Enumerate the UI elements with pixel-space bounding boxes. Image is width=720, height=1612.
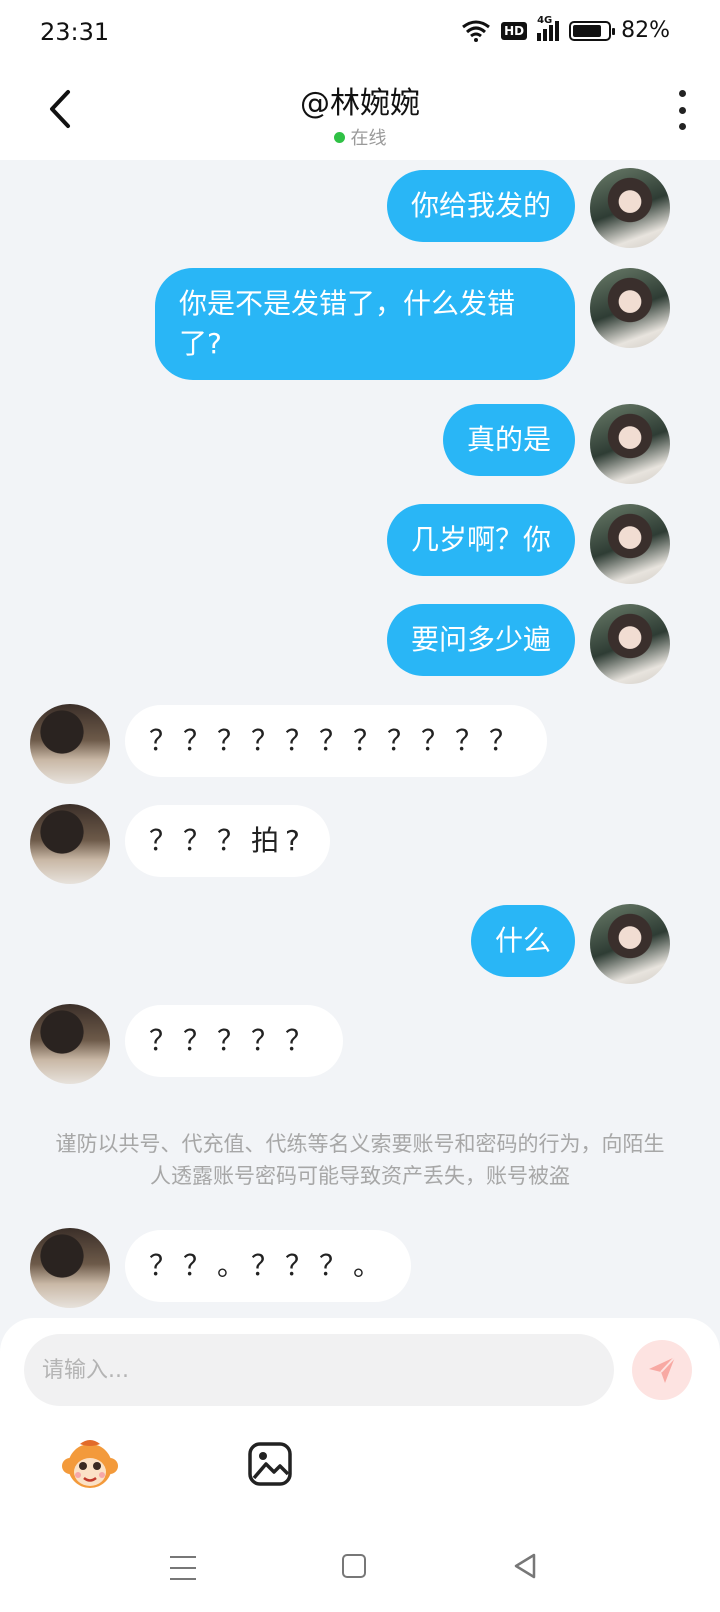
online-status-label: 在线: [350, 128, 387, 149]
more-dot-icon: [678, 106, 686, 114]
more-dot-icon: [678, 123, 686, 130]
security-notice: 谨防以共号、代充值、代练等名义索要账号和密码的行为，向陌生人透露账号密码可能导致…: [55, 1132, 665, 1188]
message-bubble-incoming[interactable]: ？？。？？？。: [125, 1230, 412, 1302]
triangle-back-icon: [514, 1553, 536, 1579]
my-avatar[interactable]: [590, 504, 670, 584]
my-avatar[interactable]: [590, 604, 670, 684]
my-avatar[interactable]: [590, 168, 670, 248]
status-time: 23:31: [40, 18, 110, 46]
contact-avatar[interactable]: [30, 1228, 110, 1308]
message-bubble-incoming[interactable]: ？？？？？: [125, 1005, 344, 1077]
battery-icon: [569, 20, 616, 41]
my-avatar[interactable]: [590, 904, 670, 984]
system-back-button[interactable]: [512, 1552, 538, 1580]
home-button[interactable]: [342, 1554, 366, 1578]
monkey-mascot-icon: [62, 1440, 118, 1488]
contact-name: @林婉婉: [300, 86, 420, 121]
online-dot-icon: [333, 131, 345, 143]
hd-badge: HD: [501, 21, 528, 40]
image-icon: [248, 1442, 292, 1486]
message-input[interactable]: [24, 1334, 614, 1406]
send-button[interactable]: [632, 1340, 692, 1400]
message-bubble-outgoing[interactable]: 你给我发的: [386, 170, 575, 242]
my-avatar[interactable]: [590, 268, 670, 348]
message-bubble-outgoing[interactable]: 你是不是发错了，什么发错了?: [155, 268, 575, 380]
message-bubble-outgoing[interactable]: 几岁啊？你: [386, 504, 575, 576]
message-bubble-outgoing[interactable]: 什么: [470, 905, 575, 977]
wifi-icon: [462, 20, 490, 42]
message-bubble-incoming[interactable]: ？？？？？？？？？？？: [125, 705, 548, 777]
signal-icon: 4G: [537, 15, 560, 41]
status-bar: 23:31 HD 4G 82%: [0, 0, 720, 64]
system-nav-bar: [0, 1530, 720, 1612]
network-type-label: 4G: [537, 14, 553, 26]
contact-avatar[interactable]: [30, 704, 110, 784]
sticker-button[interactable]: [60, 1436, 120, 1496]
chat-header: @林婉婉 在线: [0, 64, 720, 160]
message-bubble-outgoing[interactable]: 真的是: [442, 404, 575, 476]
more-dot-icon: [678, 90, 686, 97]
message-bubble-incoming[interactable]: ？？？拍?: [125, 805, 330, 877]
image-picker-button[interactable]: [246, 1440, 294, 1488]
message-bubble-outgoing[interactable]: 要问多少遍: [386, 604, 575, 676]
send-icon: [649, 1356, 676, 1383]
recent-apps-button[interactable]: [170, 1556, 196, 1580]
battery-percent: 82%: [621, 18, 670, 43]
title-block: @林婉婉 在线: [0, 78, 720, 150]
online-status: 在线: [333, 124, 387, 150]
my-avatar[interactable]: [590, 404, 670, 484]
contact-avatar[interactable]: [30, 1004, 110, 1084]
contact-avatar[interactable]: [30, 804, 110, 884]
status-icons: HD 4G 82%: [461, 15, 670, 43]
more-options-button[interactable]: [674, 90, 690, 130]
